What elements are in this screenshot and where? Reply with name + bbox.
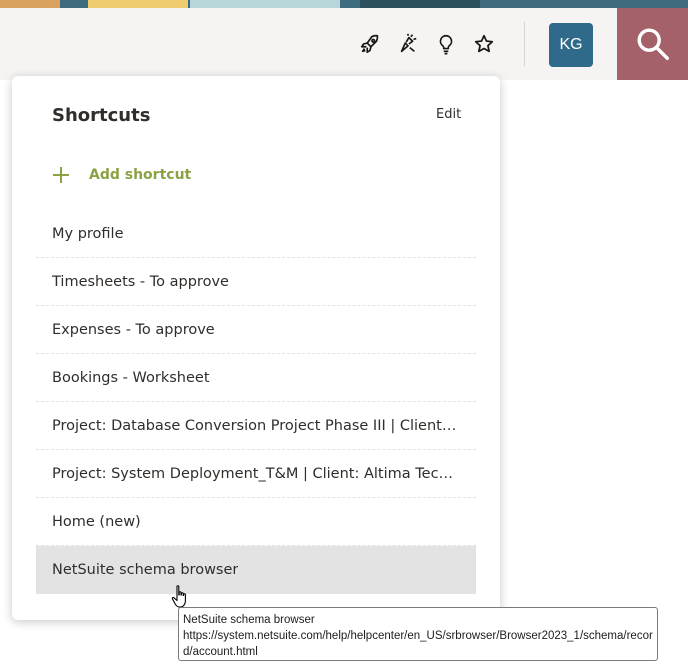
shortcut-item-schema-browser[interactable]: NetSuite schema browser bbox=[36, 546, 476, 594]
shortcut-item-timesheets[interactable]: Timesheets - To approve bbox=[36, 258, 476, 306]
shortcut-list: My profile Timesheets - To approve Expen… bbox=[36, 210, 476, 594]
tooltip-url: https://system.netsuite.com/help/helpcen… bbox=[183, 630, 653, 658]
shortcut-item-my-profile[interactable]: My profile bbox=[36, 210, 476, 258]
setup-assistant-icon[interactable] bbox=[396, 32, 420, 56]
rocket-icon[interactable] bbox=[358, 32, 382, 56]
shortcut-item-expenses[interactable]: Expenses - To approve bbox=[36, 306, 476, 354]
star-icon[interactable] bbox=[472, 32, 496, 56]
shortcut-item-bookings[interactable]: Bookings - Worksheet bbox=[36, 354, 476, 402]
shortcut-item-home[interactable]: Home (new) bbox=[36, 498, 476, 546]
panel-title: Shortcuts bbox=[52, 105, 151, 126]
add-shortcut-button[interactable]: Add shortcut bbox=[52, 164, 191, 186]
plus-icon bbox=[53, 167, 69, 183]
header-bar: KG bbox=[0, 8, 688, 80]
user-avatar[interactable]: KG bbox=[549, 23, 593, 67]
shortcut-item-project-database[interactable]: Project: Database Conversion Project Pha… bbox=[36, 402, 476, 450]
add-shortcut-label: Add shortcut bbox=[89, 167, 192, 183]
decorative-banner bbox=[0, 0, 688, 8]
edit-button[interactable]: Edit bbox=[436, 107, 461, 122]
header-divider bbox=[524, 22, 525, 66]
search-icon bbox=[637, 28, 669, 60]
tooltip: NetSuite schema browser https://system.n… bbox=[178, 607, 658, 661]
shortcuts-panel: Shortcuts Edit Add shortcut My profile T… bbox=[12, 76, 500, 620]
search-button[interactable] bbox=[617, 8, 688, 80]
shortcut-item-project-system[interactable]: Project: System Deployment_T&M | Client:… bbox=[36, 450, 476, 498]
tooltip-title: NetSuite schema browser bbox=[183, 614, 315, 626]
lightbulb-icon[interactable] bbox=[434, 32, 458, 56]
page: KG Shortcuts Edit Add shortcut My profil… bbox=[0, 0, 688, 670]
